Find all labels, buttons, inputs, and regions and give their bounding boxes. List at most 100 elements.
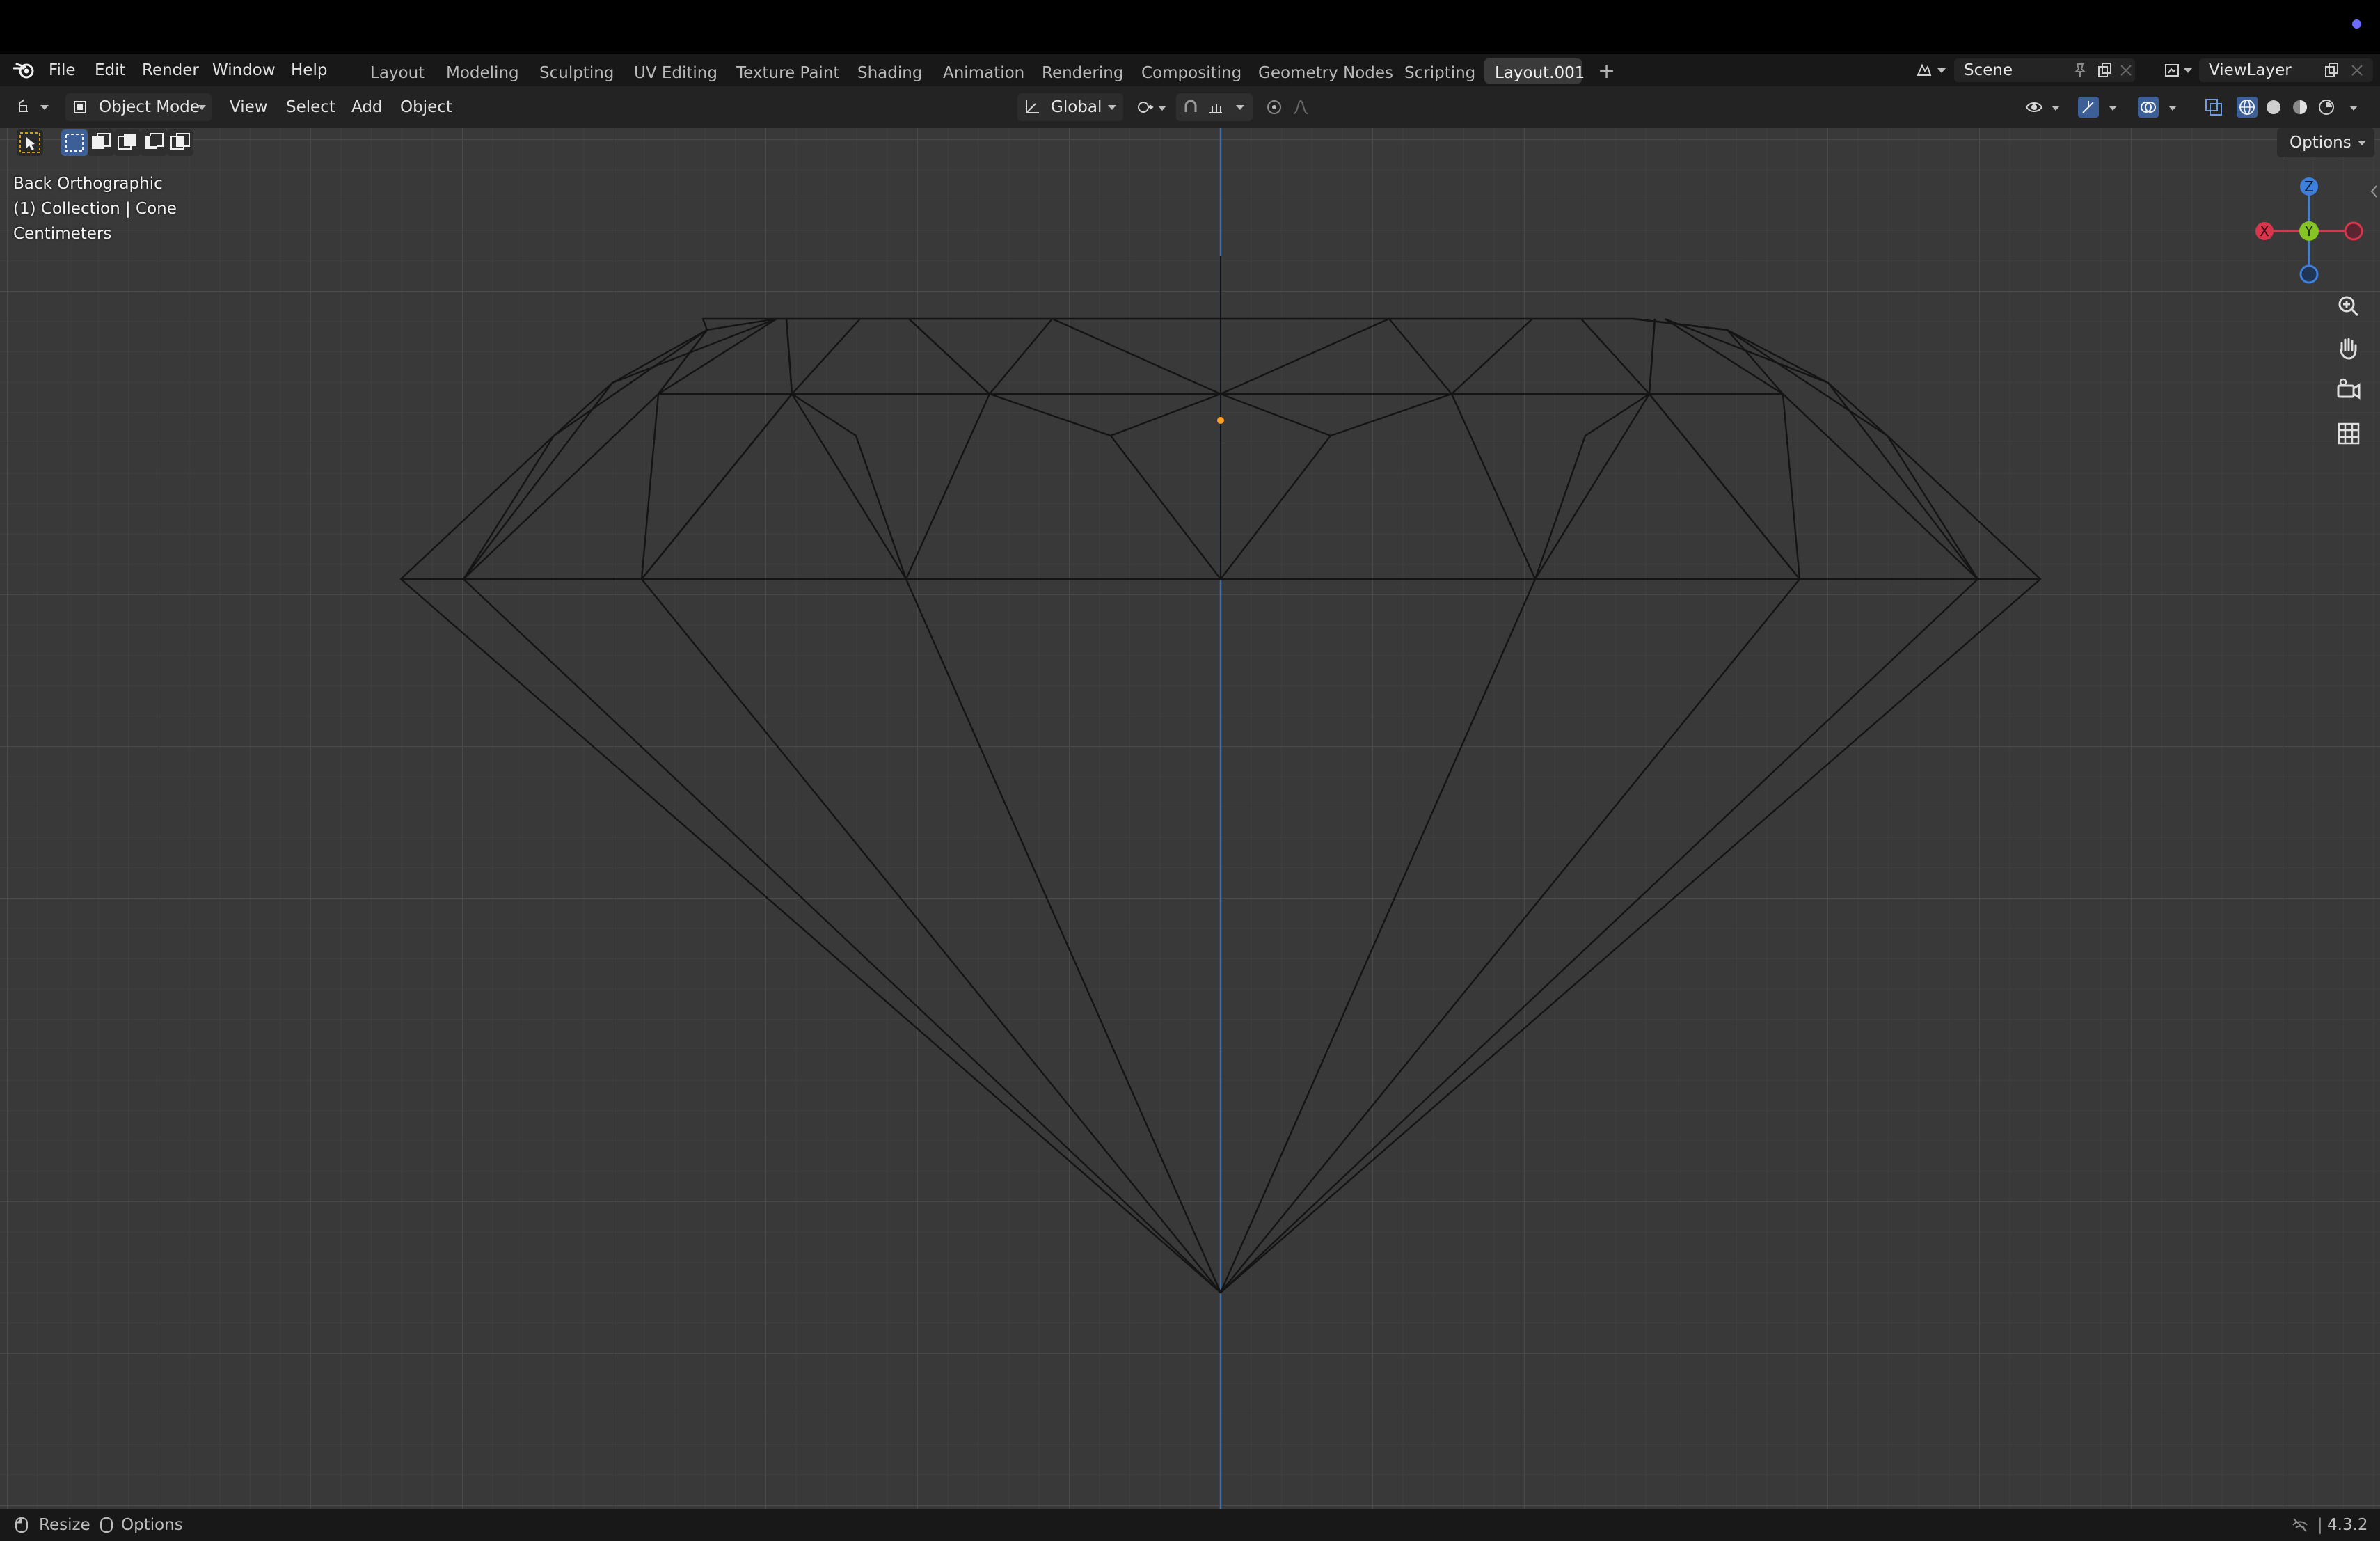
chevron-down-icon xyxy=(1937,68,1946,73)
gizmo-z-label: Z xyxy=(2304,178,2314,195)
tab-texture-paint[interactable]: Texture Paint xyxy=(736,57,839,89)
select-extend-icon[interactable] xyxy=(88,129,114,156)
object-origin-dot[interactable] xyxy=(1217,417,1224,424)
gizmo-x-label: X xyxy=(2260,223,2269,239)
chevron-down-icon xyxy=(2109,106,2117,111)
transform-orientation-icon xyxy=(1026,100,1039,113)
rendered-shading-icon[interactable] xyxy=(2317,98,2335,116)
select-new-icon[interactable] xyxy=(61,129,88,156)
status-dot xyxy=(2352,19,2361,29)
tab-compositing[interactable]: Compositing xyxy=(1141,57,1241,89)
view-name: Back Orthographic xyxy=(13,175,163,193)
falloff-icon[interactable] xyxy=(1292,98,1310,116)
scene-field[interactable]: Scene xyxy=(1954,58,2135,82)
transform-orientation-label: Global xyxy=(1051,98,1102,116)
camera-icon[interactable] xyxy=(2331,373,2366,408)
tab-geometry-nodes[interactable]: Geometry Nodes xyxy=(1258,57,1393,89)
viewport-canvas xyxy=(0,128,2380,1509)
xray-icon[interactable] xyxy=(2203,97,2224,118)
chevron-down-icon xyxy=(1236,105,1244,110)
snap-group xyxy=(1176,93,1253,121)
options-label: Options xyxy=(2290,134,2351,152)
solid-shading-icon[interactable] xyxy=(2264,98,2283,116)
tab-rendering[interactable]: Rendering xyxy=(1042,57,1123,89)
view-layer-field[interactable]: ViewLayer xyxy=(2199,58,2373,82)
mouse-left-icon xyxy=(15,1517,28,1533)
menu-edit[interactable]: Edit xyxy=(95,54,126,86)
chevron-down-icon xyxy=(2184,68,2192,73)
close-icon[interactable] xyxy=(2348,61,2366,79)
pin-icon[interactable] xyxy=(2071,61,2089,79)
scene-name: Scene xyxy=(1964,61,2013,79)
menu-window[interactable]: Window xyxy=(212,54,276,86)
material-shading-icon[interactable] xyxy=(2291,98,2309,116)
3d-viewport[interactable] xyxy=(0,128,2380,1509)
chevron-down-icon xyxy=(2168,106,2177,111)
status-options: Options xyxy=(121,1516,183,1534)
snap-icon[interactable] xyxy=(1182,98,1200,116)
chevron-down-icon xyxy=(1108,105,1116,110)
duplicate-scene-icon[interactable] xyxy=(2096,61,2114,79)
add-workspace-button[interactable]: + xyxy=(1598,56,1615,88)
chevron-down-icon xyxy=(2358,141,2366,145)
object-mode-icon xyxy=(74,101,86,113)
transform-orientation-dropdown[interactable]: Global xyxy=(1017,93,1123,121)
tab-modeling[interactable]: Modeling xyxy=(446,57,519,89)
major-grid xyxy=(0,128,2380,1509)
overlay-icon[interactable] xyxy=(2138,97,2159,118)
header-menu-add[interactable]: Add xyxy=(351,86,383,128)
viewport-header: Object Mode View Select Add Object Globa… xyxy=(0,86,2380,128)
snap-target-icon[interactable] xyxy=(1207,98,1225,116)
units-label: Centimeters xyxy=(13,225,112,243)
header-menu-view[interactable]: View xyxy=(230,86,268,128)
tab-uv-editing[interactable]: UV Editing xyxy=(634,57,717,89)
status-resize: Resize xyxy=(39,1516,90,1534)
select-intersect-icon[interactable] xyxy=(167,129,193,156)
sidebar-toggle-icon[interactable] xyxy=(2369,184,2379,199)
header-menu-object[interactable]: Object xyxy=(400,86,452,128)
chevron-down-icon xyxy=(40,105,49,110)
chevron-down-icon xyxy=(1158,106,1166,111)
chevron-down-icon xyxy=(198,105,206,110)
view-layer-icon[interactable] xyxy=(2163,61,2181,79)
select-invert-icon[interactable] xyxy=(141,129,167,156)
version-label: 4.3.2 xyxy=(2327,1516,2368,1534)
menu-file[interactable]: File xyxy=(49,54,76,86)
gizmo-z-negative[interactable] xyxy=(2299,264,2319,284)
chevron-down-icon xyxy=(2052,106,2060,111)
proportional-edit-icon[interactable] xyxy=(1265,98,1283,116)
gizmo-icon[interactable] xyxy=(2078,97,2099,118)
tab-layout-001[interactable]: Layout.001 xyxy=(1495,57,1585,89)
tab-sculpting[interactable]: Sculpting xyxy=(539,57,614,89)
chevron-down-icon xyxy=(2349,106,2358,111)
tab-layout[interactable]: Layout xyxy=(370,57,425,89)
object-mode-dropdown[interactable]: Object Mode xyxy=(65,93,212,121)
grid-icon[interactable] xyxy=(2331,416,2366,451)
zoom-icon[interactable] xyxy=(2331,290,2366,324)
tab-animation[interactable]: Animation xyxy=(943,57,1024,89)
visibility-icon[interactable] xyxy=(2025,98,2043,116)
collection-info: (1) Collection | Cone xyxy=(13,200,177,218)
window-title-bar xyxy=(0,0,2380,54)
duplicate-view-layer-icon[interactable] xyxy=(2323,61,2341,79)
select-cursor-icon[interactable] xyxy=(17,129,43,156)
menu-render[interactable]: Render xyxy=(142,54,199,86)
hand-pan-icon[interactable] xyxy=(2331,331,2366,366)
pivot-point-icon[interactable] xyxy=(1136,98,1154,116)
header-menu-select[interactable]: Select xyxy=(286,86,335,128)
editor-type-icon[interactable] xyxy=(17,97,35,116)
tab-scripting[interactable]: Scripting xyxy=(1404,57,1475,89)
viewport-options-button[interactable]: Options xyxy=(2277,128,2374,157)
close-icon[interactable] xyxy=(2117,61,2135,79)
scene-selector-icon[interactable] xyxy=(1915,61,1933,79)
gizmo-x-negative[interactable] xyxy=(2344,221,2363,241)
status-bar: Resize Options | 4.3.2 xyxy=(0,1509,2380,1541)
wireframe-shading-icon[interactable] xyxy=(2237,97,2258,118)
blender-logo-icon[interactable] xyxy=(13,61,36,79)
mouse-right-icon xyxy=(100,1517,113,1533)
menu-help[interactable]: Help xyxy=(291,54,327,86)
select-subtract-icon[interactable] xyxy=(114,129,141,156)
tab-shading[interactable]: Shading xyxy=(857,57,922,89)
version-separator: | xyxy=(2317,1516,2323,1534)
navigation-gizmo[interactable]: Z X Y xyxy=(2248,168,2373,294)
